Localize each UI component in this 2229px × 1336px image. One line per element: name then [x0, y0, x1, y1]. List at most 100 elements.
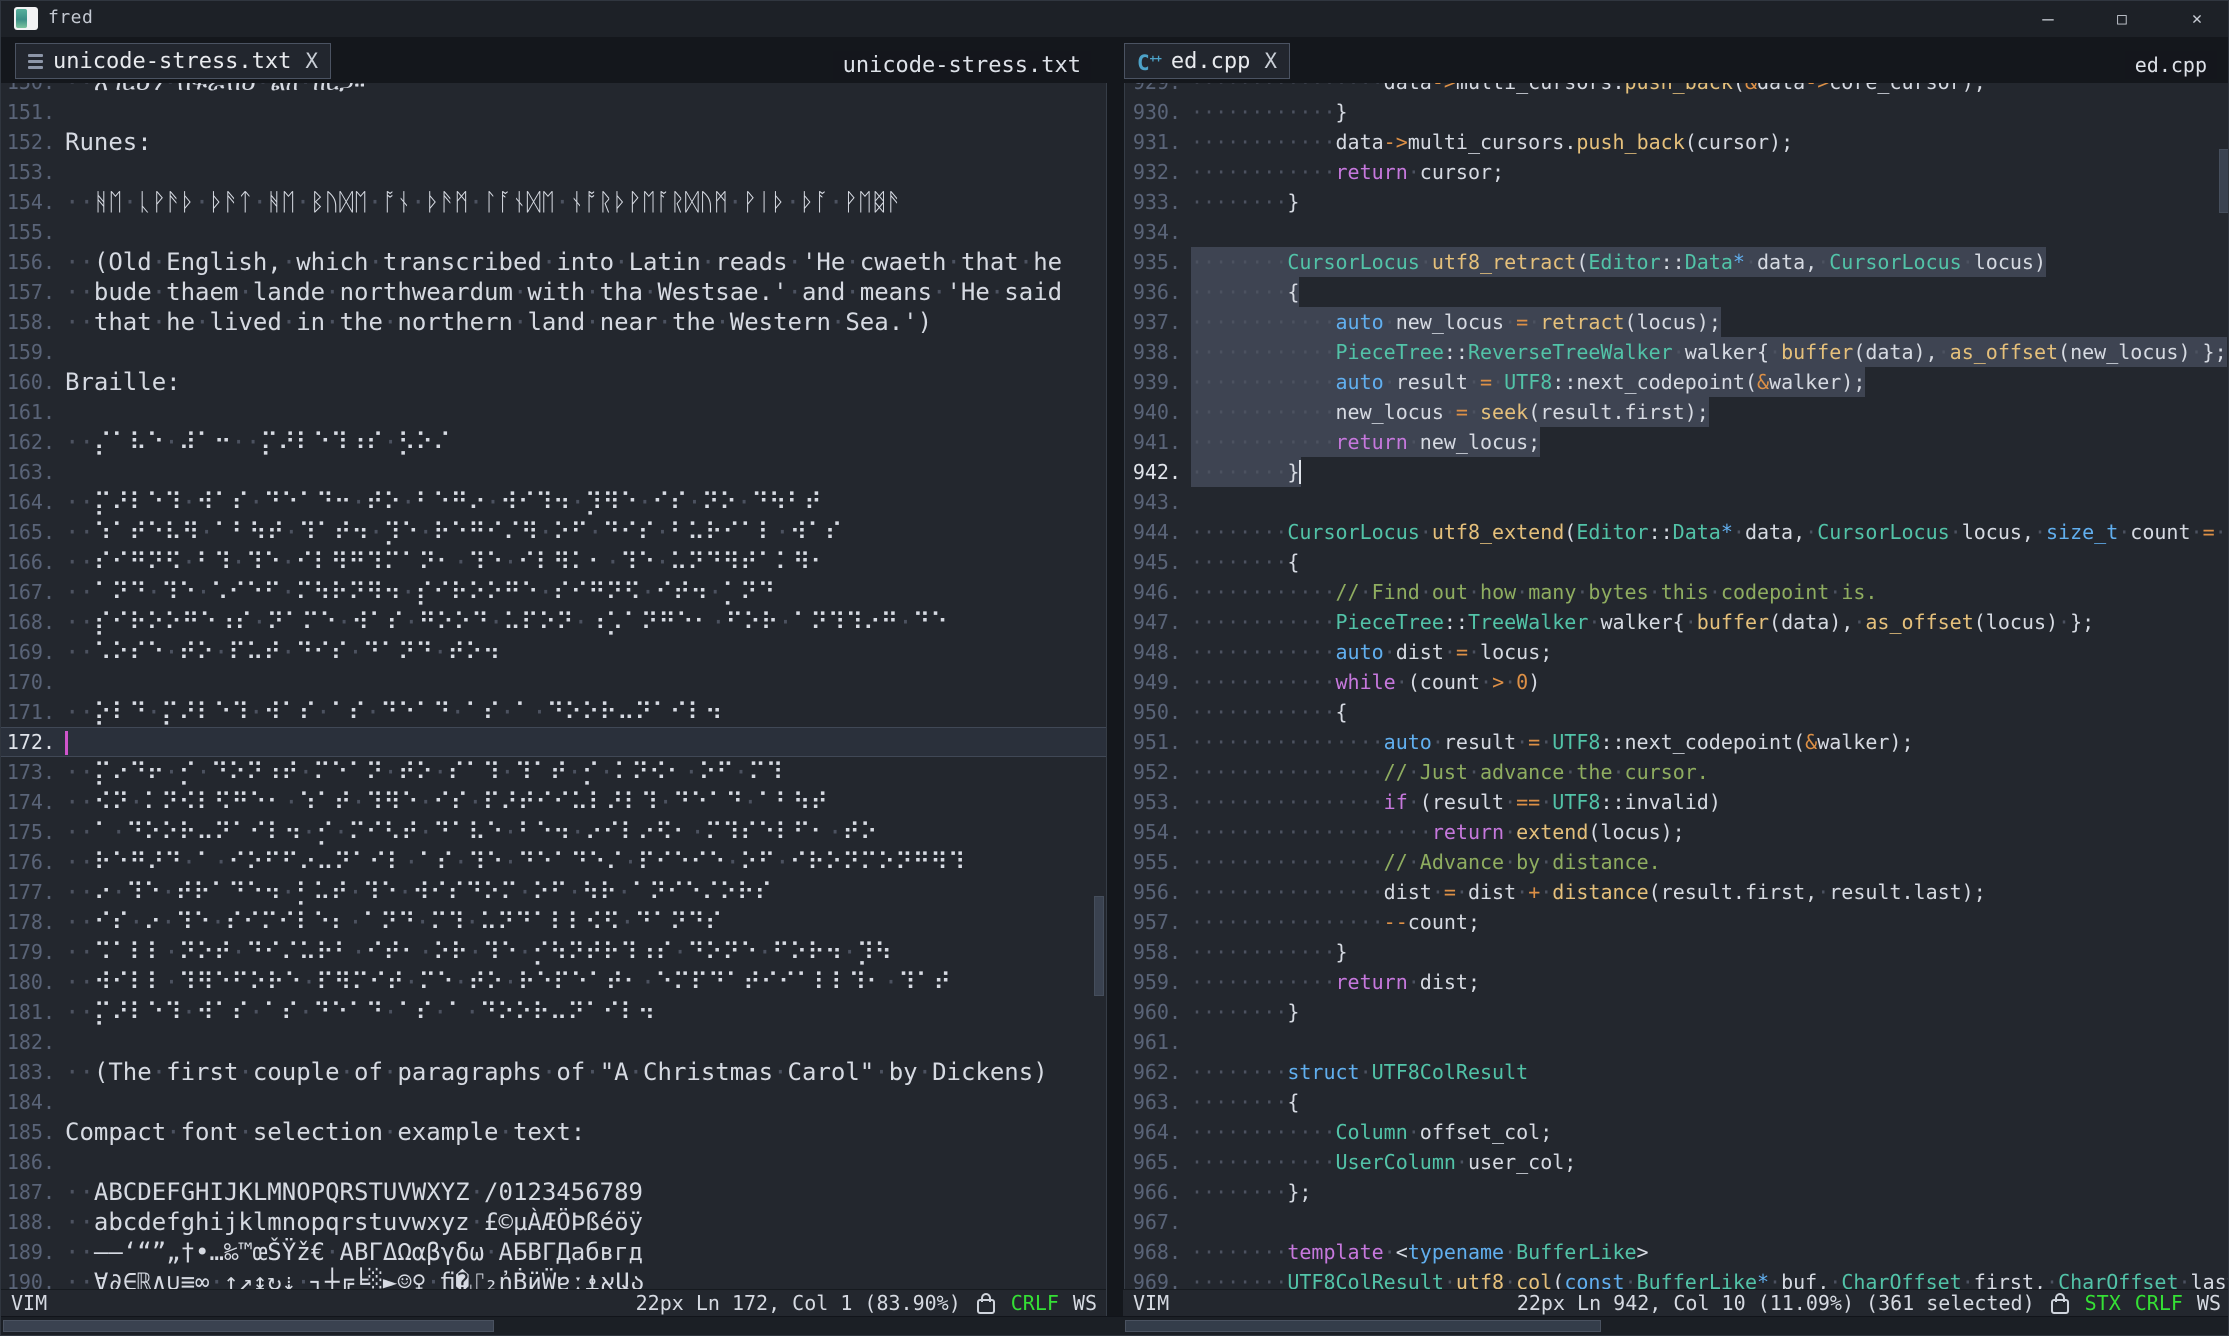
code-line[interactable]: 158.··that·he·lived·in·the·northern·land…	[1, 307, 1106, 337]
code-line[interactable]: 965.············UserColumn·user_col;	[1123, 1147, 2229, 1177]
code-line[interactable]: 933.········}	[1123, 187, 2229, 217]
code-line[interactable]: 930.············}	[1123, 97, 2229, 127]
code-line[interactable]: 961.	[1123, 1027, 2229, 1057]
code-line[interactable]: 164.··⡍⠜⠇⠑⠹·⠺⠁⠎·⠙⠑⠁⠙⠒·⠞⠕·⠃⠑⠛⠔·⠺⠊⠹⠲·⡹⠻⠑·⠊…	[1, 487, 1106, 517]
code-line[interactable]: 154.··ᚻᛖ·ᚳᚹᚫᚦ·ᚦᚫᛏ·ᚻᛖ·ᛒᚢᛞᛖ·ᚩᚾ·ᚦᚫᛗ·ᛚᚪᚾᛞᛖ·ᚾ…	[1, 187, 1106, 217]
code-line[interactable]: 184.	[1, 1087, 1106, 1117]
encoding-indicator[interactable]: STX	[2085, 1291, 2121, 1315]
code-line[interactable]: 940.············new_locus·=·seek(result.…	[1123, 397, 2229, 427]
code-line[interactable]: 177.··⠔·⠹⠑·⠞⠗⠁⠙⠑⠲·⡃⠥⠞·⠹⠑·⠺⠊⠎⠙⠕⠍·⠕⠋·⠳⠗·⠁⠝…	[1, 877, 1106, 907]
code-line[interactable]: 936.········{	[1123, 277, 2229, 307]
code-line[interactable]: 156.··(Old·English,·which·transcribed·in…	[1, 247, 1106, 277]
code-line[interactable]: 162.··⡌⠁⠧⠑·⠼⠁⠒··⡍⠜⠇⠑⠹⠰⠎·⡣⠕⠌	[1, 427, 1106, 457]
minimize-button[interactable]: –	[2026, 3, 2070, 35]
code-line[interactable]: 956.················dist·=·dist·+·distan…	[1123, 877, 2229, 907]
whitespace-indicator[interactable]: WS	[1073, 1291, 1097, 1315]
code-line[interactable]: 179.··⠩⠁⠇⠇·⠝⠕⠞·⠙⠊⠌⠥⠗⠃·⠊⠞⠂·⠕⠗·⠹⠑·⡊⠳⠝⠞⠗⠹⠰⠎…	[1, 937, 1106, 967]
code-line[interactable]: 183.··(The·first·couple·of·paragraphs·of…	[1, 1057, 1106, 1087]
code-line[interactable]: 953.················if·(result·==·UTF8::…	[1123, 787, 2229, 817]
code-line[interactable]: 944.········CursorLocus·utf8_extend(Edit…	[1123, 517, 2229, 547]
code-line[interactable]: 958.············}	[1123, 937, 2229, 967]
code-line[interactable]: 166.··⠎⠊⠛⠝⠫·⠃⠹·⠹⠑·⠊⠇⠻⠛⠹⠍⠁⠝⠂·⠹⠑·⠊⠇⠻⠅⠂·⠹⠑·…	[1, 547, 1106, 577]
code-line[interactable]: 188.··abcdefghijklmnopqrstuvwxyz·£©µÀÆÖÞ…	[1, 1207, 1106, 1237]
code-line[interactable]: 966.········};	[1123, 1177, 2229, 1207]
code-line[interactable]: 172.	[1, 727, 1106, 757]
code-line[interactable]: 969.········UTF8ColResult·utf8·col(const…	[1123, 1267, 2229, 1289]
code-line[interactable]: 152.Runes:	[1, 127, 1106, 157]
code-line[interactable]: 160.Braille:	[1, 367, 1106, 397]
code-line[interactable]: 170.	[1, 667, 1106, 697]
code-line[interactable]: 163.	[1, 457, 1106, 487]
tab-close-icon[interactable]: X	[305, 49, 318, 73]
tab-ed-cpp[interactable]: C++ ed.cpp X	[1124, 43, 1290, 79]
right-vertical-scrollbar-thumb[interactable]	[2219, 149, 2229, 213]
code-line[interactable]: 181.··⡍⠜⠇⠑⠹·⠺⠁⠎·⠁⠎·⠙⠑⠁⠙·⠁⠎·⠁·⠙⠕⠕⠗⠤⠝⠁⠊⠇⠲	[1, 997, 1106, 1027]
horizontal-scrollbar[interactable]	[1, 1316, 2228, 1335]
code-line[interactable]: 175.··⠁·⠙⠕⠕⠗⠤⠝⠁⠊⠇⠲·⡊·⠍⠊⠣⠞·⠙⠁⠧⠑·⠃⠑⠲·⠔⠊⠇⠔⠫…	[1, 817, 1106, 847]
code-line[interactable]: 168.··⡎⠊⠗⠕⠕⠛⠑⠰⠎·⠝⠁⠍⠑·⠺⠁⠎·⠛⠕⠕⠙·⠥⠏⠕⠝·⠰⡡⠁⠝⠛…	[1, 607, 1106, 637]
code-line[interactable]: 952.················//·Just·advance·the·…	[1123, 757, 2229, 787]
editor-mode[interactable]: VIM	[11, 1291, 47, 1315]
code-line[interactable]: 967.	[1123, 1207, 2229, 1237]
whitespace-indicator[interactable]: WS	[2197, 1291, 2221, 1315]
code-line[interactable]: 960.········}	[1123, 997, 2229, 1027]
code-line[interactable]: 945.········{	[1123, 547, 2229, 577]
code-line[interactable]: 176.··⠗⠑⠛⠜⠙·⠁·⠊⠕⠋⠋⠔⠤⠝⠁⠊⠇·⠁⠎·⠹⠑·⠙⠑⠁⠙⠑⠌·⠏⠊…	[1, 847, 1106, 877]
title-bar[interactable]: fred – □ ✕	[1, 1, 2228, 37]
code-line[interactable]: 955.················//·Advance·by·distan…	[1123, 847, 2229, 877]
left-horizontal-scrollbar-thumb[interactable]	[3, 1320, 494, 1332]
code-line[interactable]: 939.············auto·result·=·UTF8::next…	[1123, 367, 2229, 397]
code-line[interactable]: 185.Compact·font·selection·example·text:	[1, 1117, 1106, 1147]
code-line[interactable]: 950.············{	[1123, 697, 2229, 727]
code-line[interactable]: 171.··⡕⠇⠙·⡍⠜⠇⠑⠹·⠺⠁⠎·⠁⠎·⠙⠑⠁⠙·⠁⠎·⠁·⠙⠕⠕⠗⠤⠝⠁…	[1, 697, 1106, 727]
code-line[interactable]: 169.··⠡⠕⠎⠑·⠞⠕·⠏⠥⠞·⠙⠊⠎·⠙⠁⠝⠙·⠞⠕⠲	[1, 637, 1106, 667]
eol-indicator[interactable]: CRLF	[2135, 1291, 2183, 1315]
editor-pane-right[interactable]: 929.················data->multi_cursors.…	[1123, 37, 2229, 1289]
code-line[interactable]: 151.	[1, 97, 1106, 127]
code-line[interactable]: 159.	[1, 337, 1106, 367]
eol-indicator[interactable]: CRLF	[1011, 1291, 1059, 1315]
code-line[interactable]: 964.············Column·offset_col;	[1123, 1117, 2229, 1147]
right-horizontal-scrollbar-thumb[interactable]	[1125, 1320, 1601, 1332]
maximize-button[interactable]: □	[2100, 3, 2144, 35]
code-line[interactable]: 934.	[1123, 217, 2229, 247]
left-vertical-scrollbar-thumb[interactable]	[1094, 896, 1104, 996]
tab-unicode-stress[interactable]: unicode-stress.txt X	[15, 43, 331, 79]
tab-close-icon[interactable]: X	[1264, 49, 1277, 73]
code-line[interactable]: 167.··⠁⠝⠙·⠹⠑·⠡⠊⠑⠋·⠍⠳⠗⠝⠻⠲·⡎⠊⠗⠕⠕⠛⠑·⠎⠊⠛⠝⠫·⠊…	[1, 577, 1106, 607]
code-line[interactable]: 949.············while·(count·>·0)	[1123, 667, 2229, 697]
code-line[interactable]: 157.··bude·thaem·lande·northweardum·with…	[1, 277, 1106, 307]
code-line[interactable]: 161.	[1, 397, 1106, 427]
code-line[interactable]: 954.····················return·extend(lo…	[1123, 817, 2229, 847]
code-line[interactable]: 186.	[1, 1147, 1106, 1177]
code-line[interactable]: 153.	[1, 157, 1106, 187]
code-line[interactable]: 968.········template·<typename·BufferLik…	[1123, 1237, 2229, 1267]
code-line[interactable]: 957.················--count;	[1123, 907, 2229, 937]
close-button[interactable]: ✕	[2175, 3, 2219, 35]
code-line[interactable]: 937.············auto·new_locus·=·retract…	[1123, 307, 2229, 337]
code-line[interactable]: 182.	[1, 1027, 1106, 1057]
code-line[interactable]: 959.············return·dist;	[1123, 967, 2229, 997]
code-line[interactable]: 946.············//·Find·out·how·many·byt…	[1123, 577, 2229, 607]
code-line[interactable]: 174.··⠪⠝·⠅⠝⠪⠇⠫⠛⠑⠂·⠱⠁⠞·⠹⠻⠑·⠊⠎·⠏⠜⠞⠊⠊⠥⠇⠜⠇⠹·…	[1, 787, 1106, 817]
editor-mode[interactable]: VIM	[1133, 1291, 1169, 1315]
code-line[interactable]: 935.········CursorLocus·utf8_retract(Edi…	[1123, 247, 2229, 277]
code-line[interactable]: 931.············data->multi_cursors.push…	[1123, 127, 2229, 157]
code-line[interactable]: 155.	[1, 217, 1106, 247]
editor-pane-left[interactable]: 150.··እግርህን·በፍራሽህ·ልክ·ዘርጋ።151.152.Runes:1…	[1, 37, 1106, 1289]
code-line[interactable]: 962.········struct·UTF8ColResult	[1123, 1057, 2229, 1087]
code-line[interactable]: 180.··⠺⠊⠇⠇·⠹⠻⠑⠋⠕⠗⠑·⠏⠻⠍⠊⠞·⠍⠑·⠞⠕·⠗⠑⠏⠑⠁⠞⠂·⠑…	[1, 967, 1106, 997]
code-line[interactable]: 951.················auto·result·=·UTF8::…	[1123, 727, 2229, 757]
code-line[interactable]: 947.············PieceTree::TreeWalker·wa…	[1123, 607, 2229, 637]
code-line[interactable]: 178.··⠊⠎·⠔·⠹⠑·⠎⠊⠍⠊⠇⠑⠆·⠁⠝⠙·⠍⠹·⠥⠝⠙⠁⠇⠇⠪⠫·⠙⠁…	[1, 907, 1106, 937]
code-line[interactable]: 943.	[1123, 487, 2229, 517]
code-line[interactable]: 942.········}	[1123, 457, 2229, 487]
code-line[interactable]: 173.··⡍⠔⠙⠖·⡊·⠙⠕⠝⠰⠞·⠍⠑⠁⠝·⠞⠕·⠎⠁⠹·⠹⠁⠞·⡊·⠅⠝⠪…	[1, 757, 1106, 787]
code-line[interactable]: 165.··⠱⠁⠞⠑⠧⠻·⠁⠃⠳⠞·⠹⠁⠞⠲·⡹⠑·⠗⠑⠛⠊⠌⠻·⠕⠋·⠙⠊⠎·…	[1, 517, 1106, 547]
code-line[interactable]: 963.········{	[1123, 1087, 2229, 1117]
code-line[interactable]: 187.··ABCDEFGHIJKLMNOPQRSTUVWXYZ·/012345…	[1, 1177, 1106, 1207]
pane-divider[interactable]	[1106, 37, 1125, 1335]
code-line[interactable]: 190.··∀∂∈ℝ∧∪≡∞·↑↗↨↻⇣·┐┼╔╘░►☺♀·ﬁ�⑀₂ἠḂӥẄɐː…	[1, 1267, 1106, 1289]
code-line[interactable]: 938.············PieceTree::ReverseTreeWa…	[1123, 337, 2229, 367]
code-line[interactable]: 932.············return·cursor;	[1123, 157, 2229, 187]
